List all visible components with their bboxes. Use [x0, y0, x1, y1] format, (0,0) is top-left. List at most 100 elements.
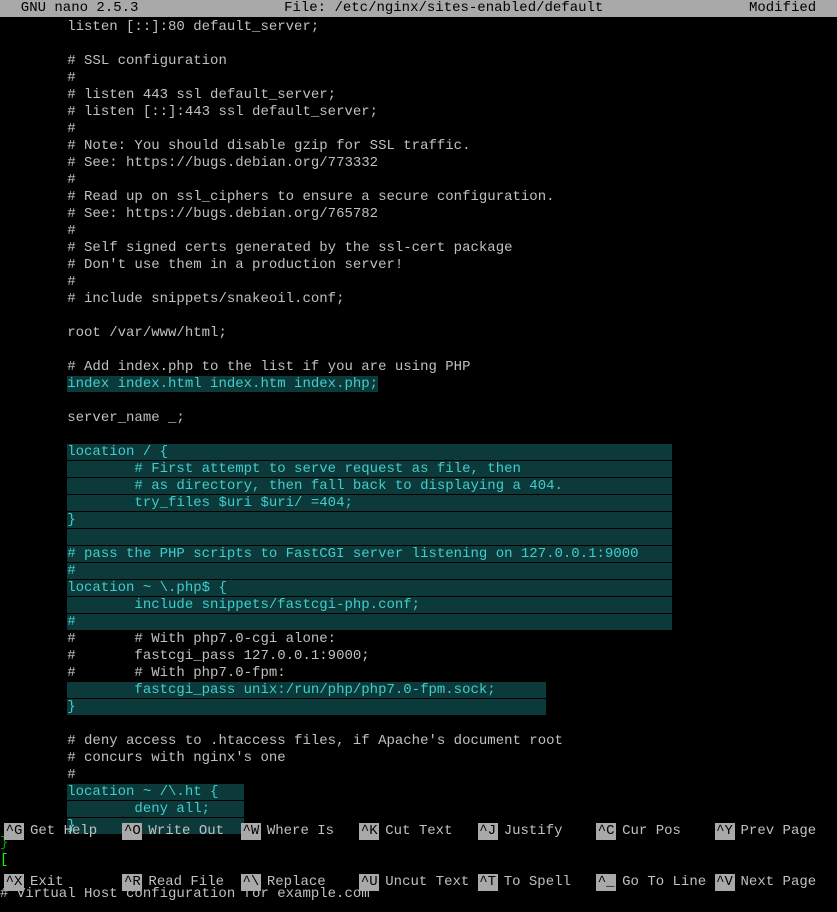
shortcut-key: ^U: [359, 874, 379, 891]
editor-line[interactable]: # Add index.php to the list if you are u…: [0, 359, 837, 376]
shortcut-label: Justify: [504, 823, 563, 840]
line-text: # include snippets/snakeoil.conf;: [67, 291, 344, 307]
line-text: #: [67, 121, 75, 137]
editor-line[interactable]: #: [0, 767, 837, 784]
editor-line[interactable]: # Read up on ssl_ciphers to ensure a sec…: [0, 189, 837, 206]
shortcut-label: Exit: [30, 874, 64, 891]
footer-shortcut[interactable]: ^KCut Text: [359, 823, 477, 840]
editor-line[interactable]: # as directory, then fall back to displa…: [0, 478, 837, 495]
line-text: # fastcgi_pass 127.0.0.1:9000;: [67, 648, 369, 664]
editor-line[interactable]: # pass the PHP scripts to FastCGI server…: [0, 546, 837, 563]
editor-line[interactable]: #: [0, 614, 837, 631]
editor-line[interactable]: # deny access to .htaccess files, if Apa…: [0, 733, 837, 750]
footer-row-2: ^X Exit ^RRead File^\Replace^UUncut Text^T…: [4, 874, 833, 891]
editor-line[interactable]: # Don't use them in a production server!: [0, 257, 837, 274]
shortcut-label: Get Help: [30, 823, 97, 840]
line-text: # Self signed certs generated by the ssl…: [67, 240, 512, 256]
modified-indicator: Modified: [749, 0, 833, 17]
footer-shortcut[interactable]: ^\Replace: [241, 874, 359, 891]
editor-line[interactable]: listen [::]:80 default_server;: [0, 19, 837, 36]
line-text: location ~ \.php$ {: [67, 580, 672, 596]
editor-line[interactable]: # # With php7.0-fpm:: [0, 665, 837, 682]
editor-line[interactable]: # listen 443 ssl default_server;: [0, 87, 837, 104]
footer-shortcut[interactable]: ^_Go To Line: [596, 874, 714, 891]
editor-line[interactable]: #: [0, 172, 837, 189]
editor-line[interactable]: #: [0, 274, 837, 291]
footer-shortcut[interactable]: ^T To Spell: [478, 874, 596, 891]
line-text: #: [67, 767, 75, 783]
editor-line[interactable]: [0, 36, 837, 53]
editor-line[interactable]: # SSL configuration: [0, 53, 837, 70]
shortcut-key: ^V: [715, 874, 735, 891]
editor-line[interactable]: }: [0, 699, 837, 716]
editor-line[interactable]: include snippets/fastcgi-php.conf;: [0, 597, 837, 614]
editor-line[interactable]: [0, 393, 837, 410]
editor-line[interactable]: index index.html index.htm index.php;: [0, 376, 837, 393]
shortcut-label: Replace: [267, 874, 326, 891]
line-text: # Add index.php to the list if you are u…: [67, 359, 470, 375]
editor-line[interactable]: # See: https://bugs.debian.org/773332: [0, 155, 837, 172]
footer-shortcut[interactable]: ^UUncut Text: [359, 874, 477, 891]
editor-line[interactable]: [0, 427, 837, 444]
editor-line[interactable]: try_files $uri $uri/ =404;: [0, 495, 837, 512]
shortcut-key: ^X: [4, 874, 24, 891]
shortcut-label: Cur Pos: [622, 823, 681, 840]
editor-line[interactable]: location ~ \.php$ {: [0, 580, 837, 597]
footer-shortcut[interactable]: ^X Exit: [4, 874, 122, 891]
editor-line[interactable]: # concurs with nginx's one: [0, 750, 837, 767]
editor-line[interactable]: [0, 716, 837, 733]
shortcut-label: To Spell: [504, 874, 571, 891]
line-text: #: [67, 563, 672, 579]
editor-line[interactable]: #: [0, 121, 837, 138]
line-text: # SSL configuration: [67, 53, 227, 69]
shortcut-key: ^T: [478, 874, 498, 891]
footer-shortcut[interactable]: ^RRead File: [122, 874, 240, 891]
shortcut-label: Cut Text: [385, 823, 452, 840]
editor-line[interactable]: # Note: You should disable gzip for SSL …: [0, 138, 837, 155]
editor-line[interactable]: #: [0, 223, 837, 240]
line-text: index index.html index.htm index.php;: [67, 376, 378, 392]
editor-line[interactable]: [0, 529, 837, 546]
shortcut-key: ^C: [596, 823, 616, 840]
footer-shortcut[interactable]: ^C Cur Pos: [596, 823, 714, 840]
editor-area[interactable]: listen [::]:80 default_server; # SSL con…: [0, 17, 837, 903]
editor-line[interactable]: # fastcgi_pass 127.0.0.1:9000;: [0, 648, 837, 665]
footer-shortcut[interactable]: ^V Next Page: [715, 874, 833, 891]
file-path: File: /etc/nginx/sites-enabled/default: [284, 0, 603, 17]
editor-line[interactable]: # See: https://bugs.debian.org/765782: [0, 206, 837, 223]
footer-shortcut[interactable]: ^JJustify: [478, 823, 596, 840]
line-text: # concurs with nginx's one: [67, 750, 285, 766]
shortcut-key: ^R: [122, 874, 142, 891]
shortcut-label: Next Page: [741, 874, 817, 891]
editor-line[interactable]: # include snippets/snakeoil.conf;: [0, 291, 837, 308]
line-text: fastcgi_pass unix:/run/php/php7.0-fpm.so…: [67, 682, 546, 698]
line-text: root /var/www/html;: [67, 325, 227, 341]
footer-shortcut[interactable]: ^YPrev Page: [715, 823, 833, 840]
editor-line[interactable]: #: [0, 563, 837, 580]
line-text: #: [67, 172, 75, 188]
editor-line[interactable]: location / {: [0, 444, 837, 461]
editor-line[interactable]: [0, 342, 837, 359]
editor-line[interactable]: # First attempt to serve request as file…: [0, 461, 837, 478]
footer-shortcut[interactable]: ^WWhere Is: [241, 823, 359, 840]
line-text: #: [67, 274, 75, 290]
editor-line[interactable]: # # With php7.0-cgi alone:: [0, 631, 837, 648]
footer-shortcut[interactable]: ^G Get Help: [4, 823, 122, 840]
shortcut-key: ^G: [4, 823, 24, 840]
line-text: # deny access to .htaccess files, if Apa…: [67, 733, 563, 749]
line-text: # # With php7.0-fpm:: [67, 665, 285, 681]
editor-line[interactable]: fastcgi_pass unix:/run/php/php7.0-fpm.so…: [0, 682, 837, 699]
nano-footer: ^G Get Help ^OWrite Out^WWhere Is^KCut Tex…: [0, 789, 837, 912]
editor-line[interactable]: # Self signed certs generated by the ssl…: [0, 240, 837, 257]
footer-shortcut[interactable]: ^OWrite Out: [122, 823, 240, 840]
line-text: }: [67, 512, 672, 528]
editor-line[interactable]: root /var/www/html;: [0, 325, 837, 342]
editor-line[interactable]: # listen [::]:443 ssl default_server;: [0, 104, 837, 121]
editor-line[interactable]: #: [0, 70, 837, 87]
editor-line[interactable]: [0, 308, 837, 325]
editor-line[interactable]: }: [0, 512, 837, 529]
editor-line[interactable]: server_name _;: [0, 410, 837, 427]
footer-row-1: ^G Get Help ^OWrite Out^WWhere Is^KCut Tex…: [4, 823, 833, 840]
line-text: listen [::]:80 default_server;: [67, 19, 319, 35]
line-text: # pass the PHP scripts to FastCGI server…: [67, 546, 672, 562]
